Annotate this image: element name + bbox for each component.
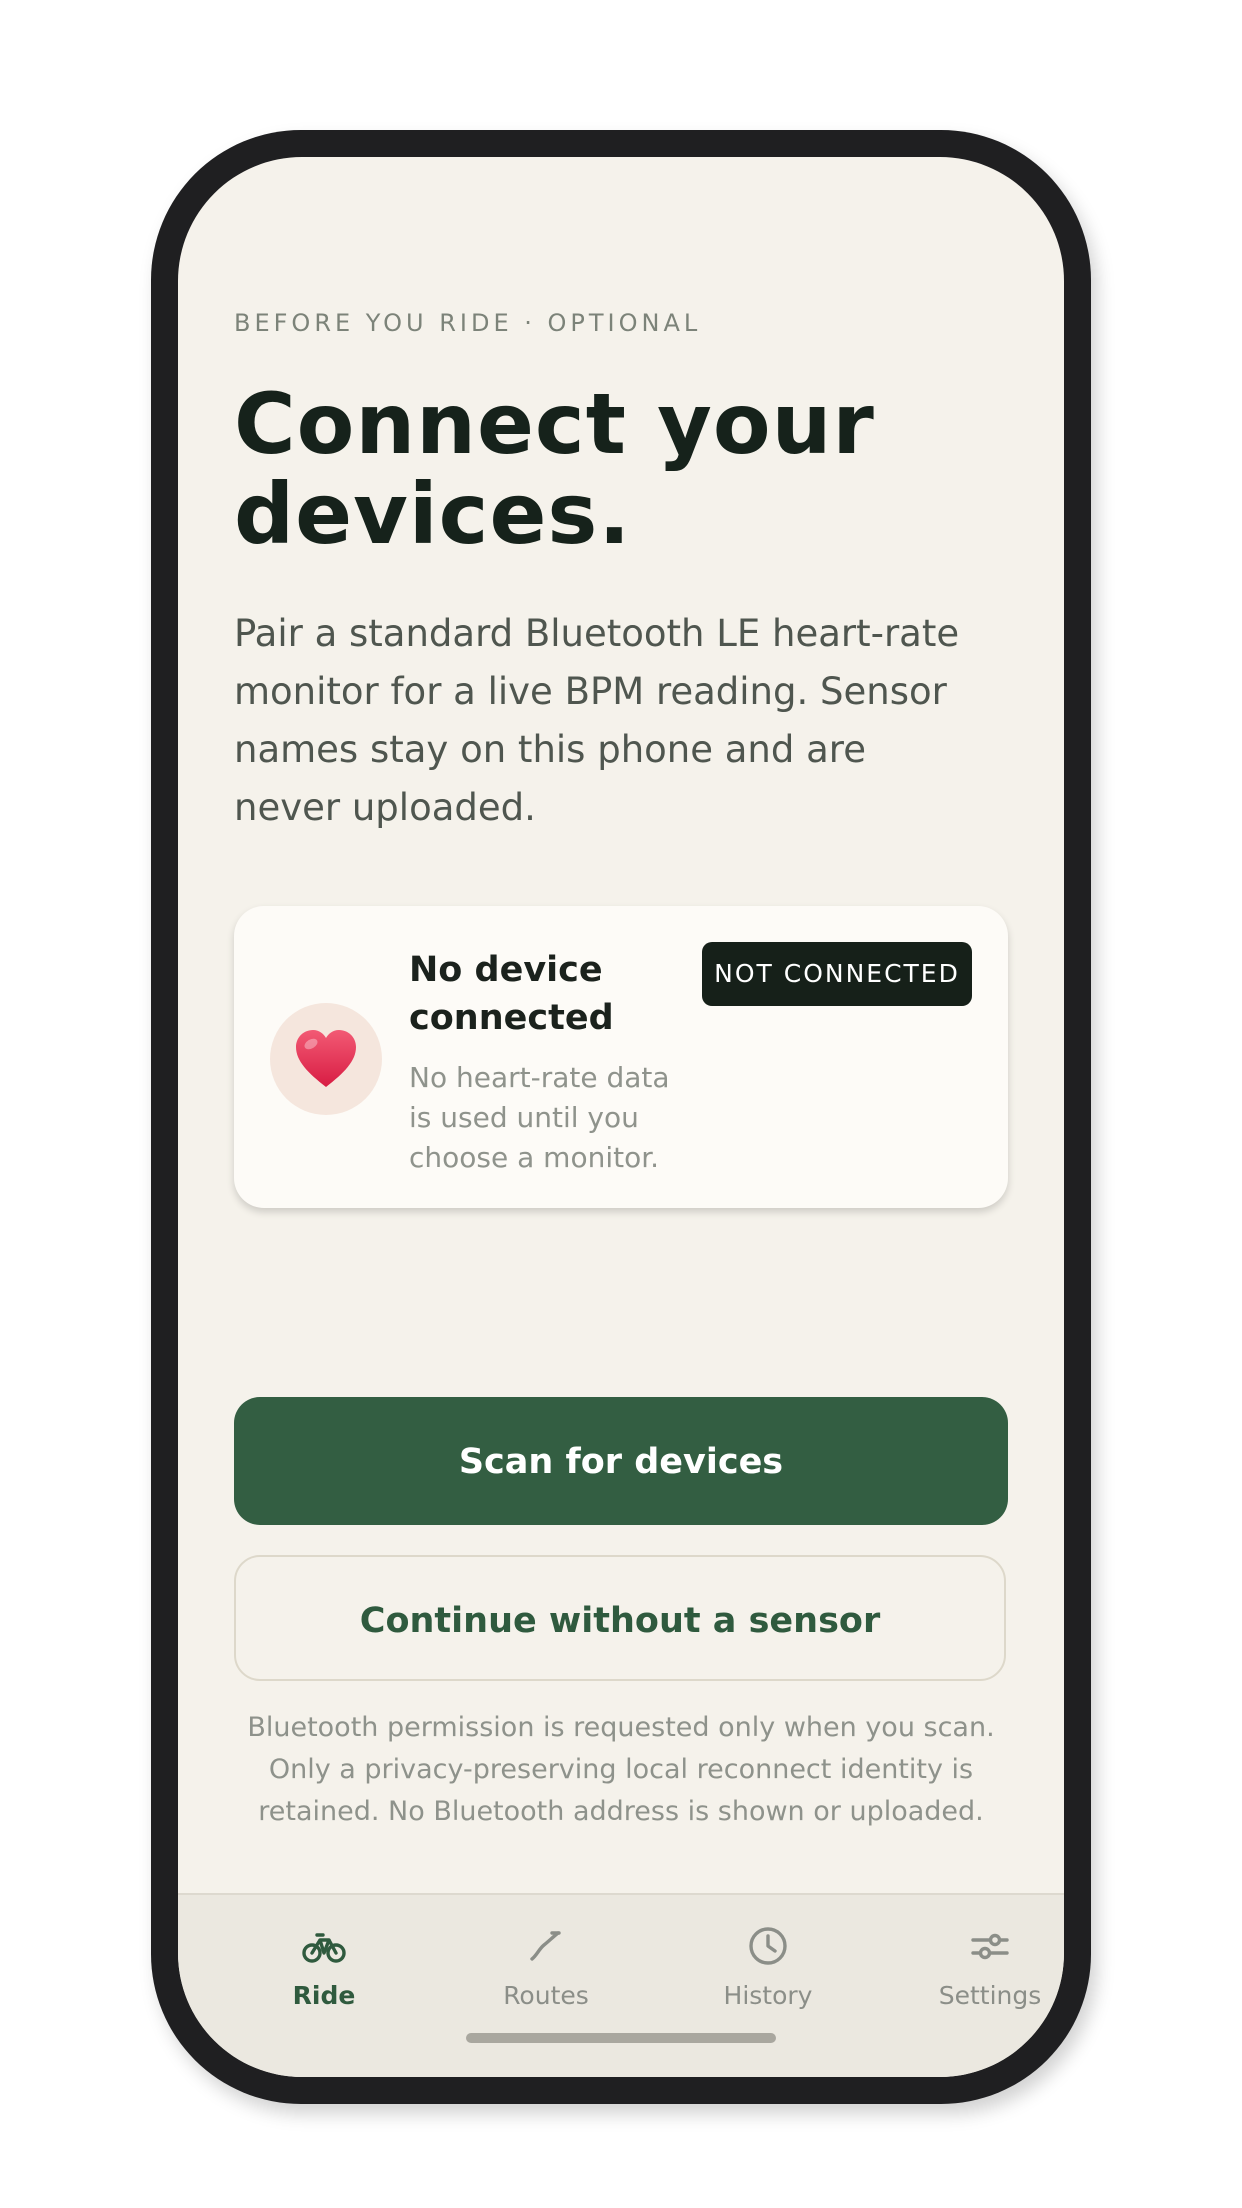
device-status-card: No device connected No heart-rate data i…: [234, 906, 1008, 1208]
phone-frame: BEFORE YOU RIDE · OPTIONAL Connect your …: [151, 130, 1091, 2104]
sliders-icon: [971, 1933, 1009, 1960]
tab-history[interactable]: History: [668, 1923, 868, 2010]
tab-settings[interactable]: Settings: [890, 1923, 1064, 2010]
page-description: Pair a standard Bluetooth LE heart-rate …: [234, 612, 960, 829]
scan-devices-button[interactable]: Scan for devices: [234, 1397, 1008, 1525]
heart-icon: [296, 1030, 356, 1087]
bottom-tab-bar: Ride Routes History Settings: [178, 1893, 1064, 2077]
tab-routes[interactable]: Routes: [446, 1923, 646, 2010]
clock-icon: [749, 1927, 787, 1965]
home-indicator[interactable]: [466, 2033, 776, 2043]
app-screen: BEFORE YOU RIDE · OPTIONAL Connect your …: [178, 157, 1064, 2077]
bluetooth-privacy-note: Bluetooth permission is requested only w…: [247, 1712, 995, 1827]
tab-routes-label: Routes: [503, 1981, 589, 2010]
eyebrow-label: BEFORE YOU RIDE · OPTIONAL: [234, 309, 702, 337]
heart-icon-badge: [270, 1003, 382, 1115]
tab-ride-label: Ride: [292, 1981, 356, 2010]
tab-ride[interactable]: Ride: [224, 1923, 424, 2010]
continue-without-sensor-button[interactable]: Continue without a sensor: [234, 1555, 1006, 1681]
route-icon: [530, 1931, 561, 1961]
connection-status-badge: NOT CONNECTED: [702, 942, 972, 1006]
tab-history-label: History: [723, 1981, 813, 2010]
device-card-title: No device connected: [409, 950, 614, 1038]
bike-icon: [302, 1933, 346, 1963]
device-card-subtitle: No heart-rate data is used until you cho…: [409, 1061, 670, 1174]
tab-settings-label: Settings: [938, 1981, 1042, 2010]
page-title: Connect your devices.: [234, 375, 875, 563]
